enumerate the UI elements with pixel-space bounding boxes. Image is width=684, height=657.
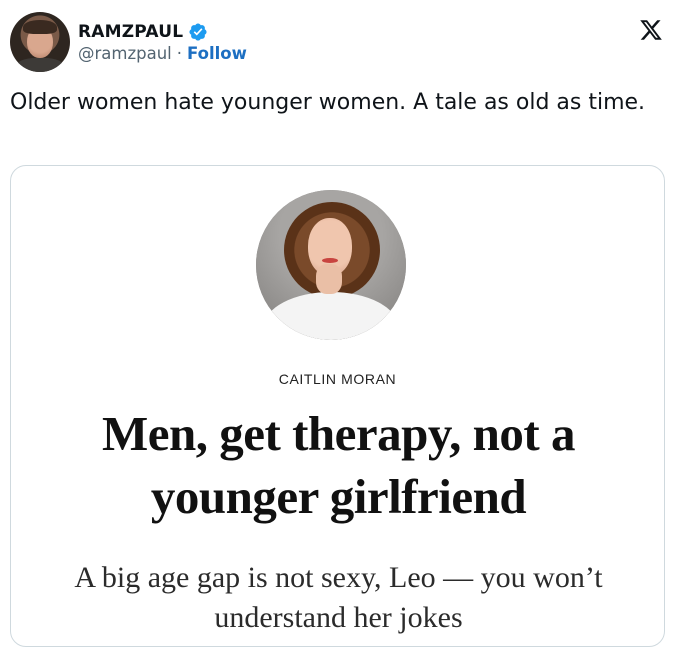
article-standfirst: A big age gap is not sexy, Leo — you won… bbox=[74, 561, 603, 634]
tweet-header: RAMZPAUL @ramzpaul · Follow bbox=[10, 12, 247, 72]
avatar-hair bbox=[23, 20, 57, 34]
separator: · bbox=[176, 43, 183, 63]
photo-lips bbox=[322, 258, 338, 263]
follow-button[interactable]: Follow bbox=[187, 44, 247, 63]
article-card[interactable]: CAITLIN MORAN Men, get therapy, not a yo… bbox=[10, 165, 665, 647]
avatar-shirt bbox=[16, 58, 64, 72]
article-author: CAITLIN MORAN bbox=[278, 371, 397, 387]
handle-row: @ramzpaul · Follow bbox=[78, 44, 247, 63]
display-name[interactable]: RAMZPAUL bbox=[78, 22, 183, 42]
verified-badge-icon bbox=[188, 22, 208, 42]
tweet-text: Older women hate younger women. A tale a… bbox=[10, 90, 646, 115]
article-headline: Men, get therapy, not a younger girlfrie… bbox=[102, 406, 576, 524]
x-logo-icon[interactable] bbox=[638, 18, 664, 42]
author-photo bbox=[256, 190, 406, 340]
name-row: RAMZPAUL bbox=[78, 22, 247, 42]
author-info: RAMZPAUL @ramzpaul · Follow bbox=[78, 22, 247, 63]
tweet-embed: RAMZPAUL @ramzpaul · Follow Older women … bbox=[0, 0, 684, 657]
photo-hand bbox=[316, 264, 342, 294]
avatar[interactable] bbox=[10, 12, 70, 72]
handle[interactable]: @ramzpaul bbox=[78, 44, 172, 63]
